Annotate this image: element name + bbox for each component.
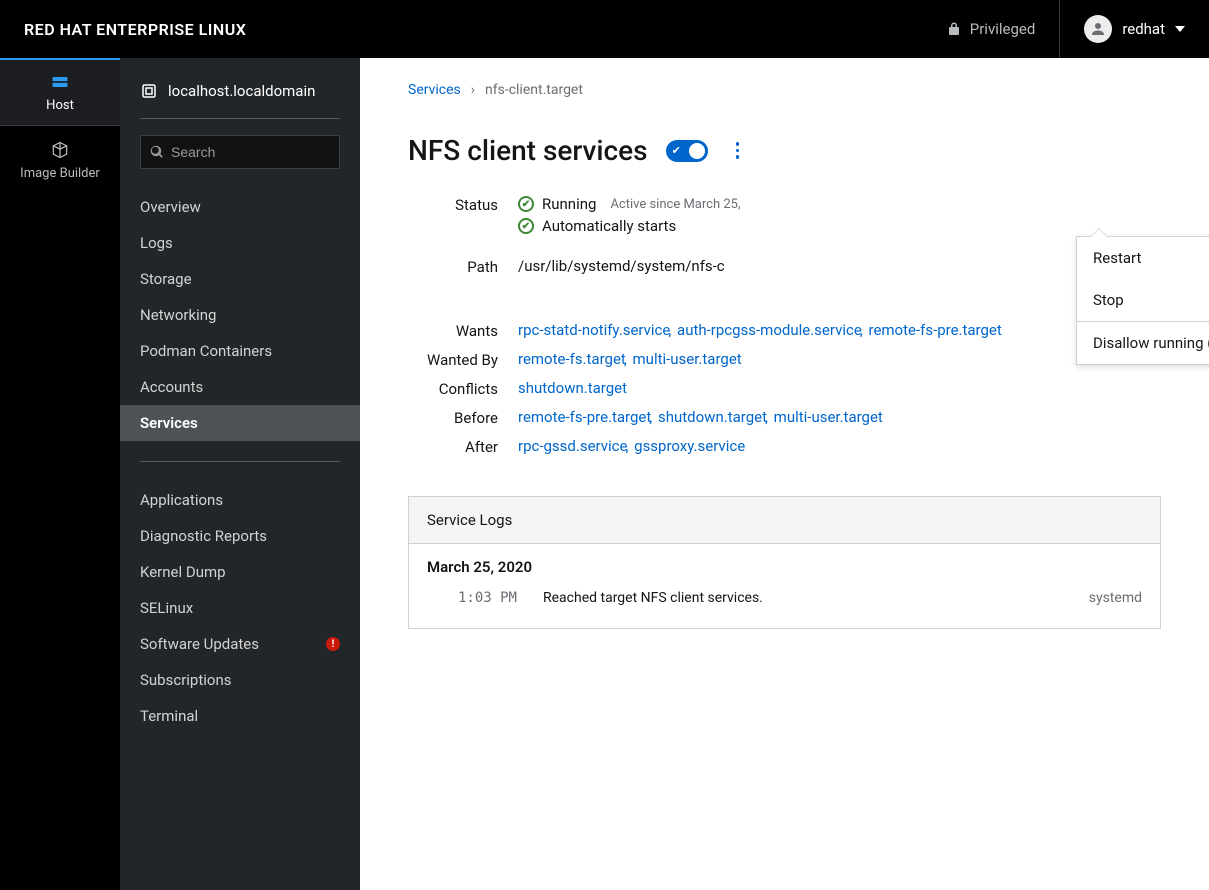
cube-icon <box>50 140 70 160</box>
nav-podman[interactable]: Podman Containers <box>120 333 360 369</box>
avatar-icon <box>1084 15 1112 43</box>
status-since: Active since March 25, <box>610 197 740 212</box>
server-icon <box>50 72 70 92</box>
breadcrumb-current: nfs-client.target <box>485 82 583 98</box>
nav-applications[interactable]: Applications <box>120 482 360 518</box>
brand-title: RED HAT ENTERPRISE LINUX <box>24 20 246 39</box>
nav-networking[interactable]: Networking <box>120 297 360 333</box>
nav-group-2: Applications Diagnostic Reports Kernel D… <box>120 474 360 742</box>
nav-accounts[interactable]: Accounts <box>120 369 360 405</box>
host-icon <box>140 82 158 100</box>
service-logs-body: March 25, 2020 1:03 PM Reached target NF… <box>409 544 1160 628</box>
nav-selinux[interactable]: SELinux <box>120 590 360 626</box>
details-grid: Status ✔ Running Active since March 25, … <box>408 195 1161 456</box>
value-wants: rpc-statd-notify.service, auth-rpcgss-mo… <box>518 321 1161 339</box>
sidebar: localhost.localdomain Overview Logs Stor… <box>120 58 360 890</box>
status-auto: Automatically starts <box>542 217 676 235</box>
title-row: NFS client services ✔ <box>408 134 1161 167</box>
unit-link[interactable]: shutdown.target <box>518 379 627 397</box>
alert-icon: ! <box>326 637 340 651</box>
sidebar-host[interactable]: localhost.localdomain <box>120 70 360 118</box>
sidebar-host-label: localhost.localdomain <box>168 82 315 100</box>
topbar: RED HAT ENTERPRISE LINUX Privileged redh… <box>0 0 1209 58</box>
kebab-button[interactable] <box>726 139 750 163</box>
running-icon: ✔ <box>518 196 534 212</box>
rail-item-image-builder[interactable]: Image Builder <box>0 126 120 194</box>
privileged-label: Privileged <box>970 20 1036 38</box>
service-logs-header: Service Logs <box>409 497 1160 544</box>
kebab-icon <box>736 142 740 159</box>
label-status: Status <box>408 195 498 214</box>
main-content: Services › nfs-client.target NFS client … <box>360 58 1209 890</box>
value-after: rpc-gssd.service, gssproxy.service <box>518 437 1161 455</box>
page-title: NFS client services <box>408 134 648 167</box>
search-input[interactable] <box>140 135 340 169</box>
value-conflicts: shutdown.target <box>518 379 1161 397</box>
nav-terminal[interactable]: Terminal <box>120 698 360 734</box>
label-before: Before <box>408 408 498 427</box>
log-source: systemd <box>1089 590 1142 606</box>
value-wanted-by: remote-fs.target, multi-user.target <box>518 350 1161 368</box>
unit-link[interactable]: remote-fs-pre.target <box>869 321 1002 339</box>
logs-date: March 25, 2020 <box>427 558 1142 576</box>
nav-kdump[interactable]: Kernel Dump <box>120 554 360 590</box>
menu-stop[interactable]: Stop <box>1077 279 1209 321</box>
rail-item-host[interactable]: Host <box>0 58 120 126</box>
nav-services[interactable]: Services <box>120 405 360 441</box>
rail-ib-label: Image Builder <box>20 166 100 181</box>
label-conflicts: Conflicts <box>408 379 498 398</box>
unit-link[interactable]: auth-rpcgss-module.service <box>677 321 862 339</box>
nav-group-1: Overview Logs Storage Networking Podman … <box>120 181 360 449</box>
unit-link[interactable]: remote-fs-pre.target <box>518 408 651 426</box>
nav-overview[interactable]: Overview <box>120 189 360 225</box>
menu-disallow[interactable]: Disallow running (mask) <box>1077 322 1209 364</box>
search-wrap <box>140 135 340 169</box>
log-row[interactable]: 1:03 PM Reached target NFS client servic… <box>427 590 1142 606</box>
chevron-right-icon: › <box>471 82 475 98</box>
value-status: ✔ Running Active since March 25, ✔ Autom… <box>518 195 1161 235</box>
unit-link[interactable]: multi-user.target <box>633 350 742 368</box>
nav-updates[interactable]: Software Updates ! <box>120 626 360 662</box>
kebab-menu: Restart Stop Disallow running (mask) <box>1076 236 1209 365</box>
label-wanted-by: Wanted By <box>408 350 498 369</box>
auto-icon: ✔ <box>518 218 534 234</box>
service-logs-panel: Service Logs March 25, 2020 1:03 PM Reac… <box>408 496 1161 629</box>
nav-rail: Host Image Builder <box>0 58 120 890</box>
privileged-indicator[interactable]: Privileged <box>948 20 1036 38</box>
unit-link[interactable]: shutdown.target <box>658 408 767 426</box>
value-path: /usr/lib/systemd/system/nfs-c <box>518 257 1161 287</box>
unit-link[interactable]: gssproxy.service <box>634 437 745 455</box>
label-after: After <box>408 437 498 456</box>
service-enable-switch[interactable]: ✔ <box>666 140 708 162</box>
user-menu[interactable]: redhat <box>1059 0 1185 58</box>
check-icon: ✔ <box>672 144 681 157</box>
value-before: remote-fs-pre.target, shutdown.target, m… <box>518 408 1161 426</box>
unit-link[interactable]: rpc-gssd.service <box>518 437 627 455</box>
unit-link[interactable]: rpc-statd-notify.service <box>518 321 670 339</box>
breadcrumb-root[interactable]: Services <box>408 82 461 98</box>
nav-separator <box>140 461 340 462</box>
label-wants: Wants <box>408 321 498 340</box>
nav-diagnostic[interactable]: Diagnostic Reports <box>120 518 360 554</box>
status-running: Running <box>542 195 596 213</box>
label-path: Path <box>408 257 498 276</box>
rail-host-label: Host <box>46 98 74 113</box>
search-icon <box>150 145 164 159</box>
unit-link[interactable]: remote-fs.target <box>518 350 626 368</box>
nav-logs[interactable]: Logs <box>120 225 360 261</box>
log-time: 1:03 PM <box>427 590 517 606</box>
switch-knob <box>689 143 705 159</box>
nav-storage[interactable]: Storage <box>120 261 360 297</box>
nav-subscriptions[interactable]: Subscriptions <box>120 662 360 698</box>
divider <box>140 118 340 119</box>
menu-restart[interactable]: Restart <box>1077 237 1209 279</box>
unit-link[interactable]: multi-user.target <box>774 408 883 426</box>
breadcrumb: Services › nfs-client.target <box>408 82 1161 98</box>
username-label: redhat <box>1122 20 1165 38</box>
lock-icon <box>948 22 960 36</box>
caret-down-icon <box>1175 26 1185 32</box>
log-message: Reached target NFS client services. <box>543 590 1063 606</box>
